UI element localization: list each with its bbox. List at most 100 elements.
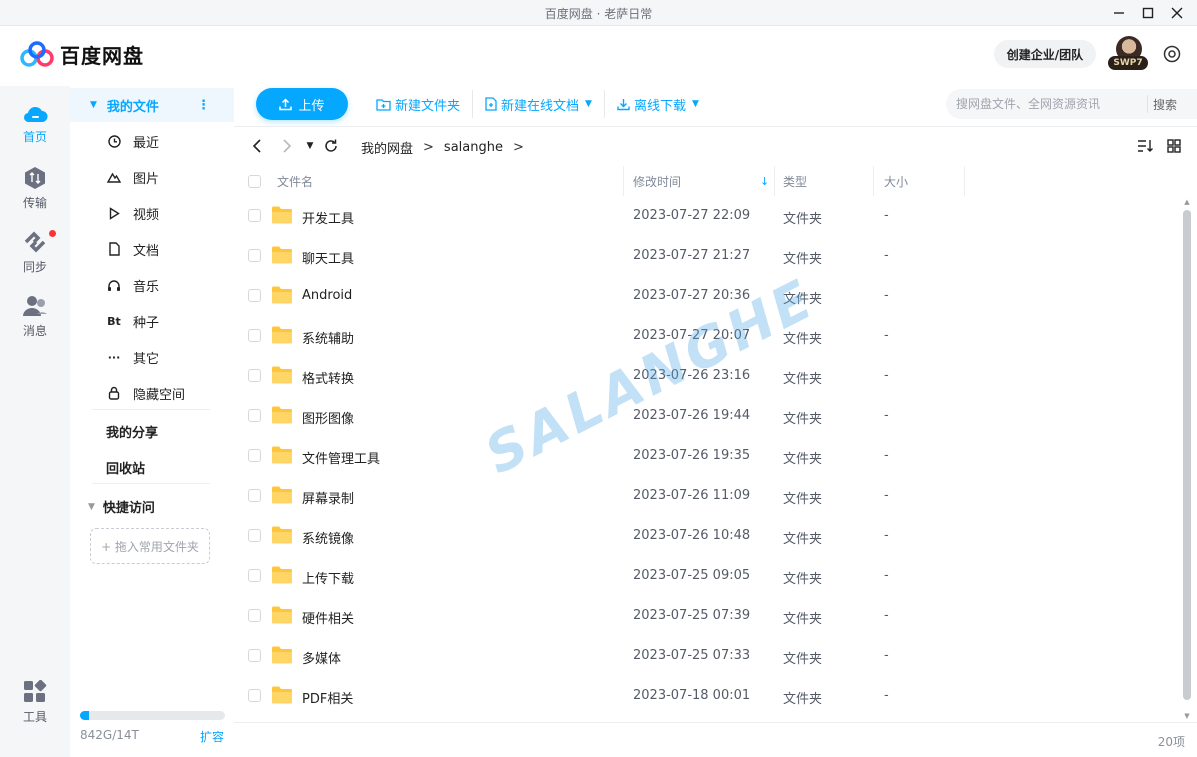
- chevron-right-icon: >: [512, 140, 524, 155]
- forward-button[interactable]: [277, 136, 297, 156]
- settings-icon[interactable]: [1162, 44, 1182, 64]
- sidebar-item-images[interactable]: 图片: [70, 159, 234, 195]
- row-checkbox[interactable]: [248, 689, 261, 702]
- select-all-checkbox[interactable]: [248, 166, 261, 196]
- file-name[interactable]: 系统辅助: [302, 328, 354, 347]
- table-row[interactable]: 开发工具 2023-07-27 22:09 文件夹 -: [234, 196, 1182, 236]
- nav-sync[interactable]: 同步: [0, 230, 70, 286]
- nav-tools[interactable]: 工具: [0, 680, 70, 736]
- table-row[interactable]: 聊天工具 2023-07-27 21:27 文件夹 -: [234, 236, 1182, 276]
- file-name[interactable]: 上传下载: [302, 568, 354, 587]
- file-name[interactable]: 多媒体: [302, 648, 341, 667]
- user-avatar[interactable]: SWP7: [1108, 36, 1148, 72]
- nav-tools-label: 工具: [22, 710, 47, 724]
- sidebar-item-documents[interactable]: 文档: [70, 231, 234, 267]
- caret-down-icon: ▼: [585, 99, 592, 109]
- close-button[interactable]: [1166, 3, 1188, 23]
- file-modified: 2023-07-26 11:09: [633, 488, 751, 503]
- vertical-scrollbar[interactable]: ▲ ▼: [1181, 198, 1193, 722]
- row-checkbox[interactable]: [248, 249, 261, 262]
- file-name[interactable]: 格式转换: [302, 368, 354, 387]
- folder-icon: [272, 686, 292, 704]
- row-checkbox[interactable]: [248, 649, 261, 662]
- sidebar-item-videos[interactable]: 视频: [70, 195, 234, 231]
- search-input[interactable]: [956, 95, 1141, 113]
- row-checkbox[interactable]: [248, 369, 261, 382]
- file-name[interactable]: Android: [302, 288, 352, 303]
- column-modified[interactable]: 修改时间: [633, 166, 681, 196]
- scrollbar-thumb[interactable]: [1183, 210, 1191, 700]
- expand-storage-link[interactable]: 扩容: [200, 728, 224, 745]
- table-row[interactable]: 图形图像 2023-07-26 19:44 文件夹 -: [234, 396, 1182, 436]
- sidebar-item-torrents[interactable]: Bt 种子: [70, 303, 234, 339]
- table-row[interactable]: PDF相关 2023-07-18 00:01 文件夹 -: [234, 676, 1182, 716]
- app-logo[interactable]: 百度网盘: [20, 40, 144, 69]
- table-row[interactable]: 上传下载 2023-07-25 09:05 文件夹 -: [234, 556, 1182, 596]
- row-checkbox[interactable]: [248, 329, 261, 342]
- grid-view-icon[interactable]: [1167, 139, 1181, 153]
- table-row[interactable]: 系统镜像 2023-07-26 10:48 文件夹 -: [234, 516, 1182, 556]
- table-row[interactable]: 硬件相关 2023-07-25 07:39 文件夹 -: [234, 596, 1182, 636]
- table-row[interactable]: Android 2023-07-27 20:36 文件夹 -: [234, 276, 1182, 316]
- nav-home[interactable]: 首页: [0, 102, 70, 158]
- file-name[interactable]: 聊天工具: [302, 248, 354, 267]
- expand-down-icon[interactable]: ▼: [90, 100, 97, 110]
- breadcrumb-root[interactable]: 我的网盘: [361, 138, 413, 157]
- file-name[interactable]: 图形图像: [302, 408, 354, 427]
- row-checkbox[interactable]: [248, 289, 261, 302]
- file-name[interactable]: PDF相关: [302, 688, 353, 707]
- sidebar-item-music[interactable]: 音乐: [70, 267, 234, 303]
- quick-access-header[interactable]: ▼ 快捷访问: [88, 497, 155, 516]
- sidebar-item-recycle-bin[interactable]: 回收站: [106, 458, 145, 477]
- table-row[interactable]: 多媒体 2023-07-25 07:33 文件夹 -: [234, 636, 1182, 676]
- create-team-button[interactable]: 创建企业/团队: [994, 40, 1096, 68]
- table-row[interactable]: 屏幕录制 2023-07-26 11:09 文件夹 -: [234, 476, 1182, 516]
- minimize-button[interactable]: [1108, 3, 1130, 23]
- search-button[interactable]: 搜索: [1153, 96, 1177, 113]
- folder-icon: [272, 286, 292, 304]
- sidebar-item-my-share[interactable]: 我的分享: [106, 422, 158, 441]
- expand-down-icon: ▼: [88, 501, 95, 512]
- file-name[interactable]: 开发工具: [302, 208, 354, 227]
- sort-desc-icon[interactable]: ↓: [760, 166, 769, 196]
- file-name[interactable]: 屏幕录制: [302, 488, 354, 507]
- row-checkbox[interactable]: [248, 409, 261, 422]
- sidebar-item-hidden-space[interactable]: 隐藏空间: [70, 375, 234, 411]
- nav-transfer[interactable]: 传输: [0, 166, 70, 222]
- refresh-button[interactable]: [321, 136, 341, 156]
- row-checkbox[interactable]: [248, 529, 261, 542]
- table-row[interactable]: 文件管理工具 2023-07-26 19:35 文件夹 -: [234, 436, 1182, 476]
- offline-download-button[interactable]: 离线下载 ▼: [605, 90, 711, 118]
- file-modified: 2023-07-26 10:48: [633, 528, 751, 543]
- sidebar-item-other[interactable]: ··· 其它: [70, 339, 234, 375]
- back-button[interactable]: [247, 136, 267, 156]
- history-dropdown[interactable]: ▼: [300, 136, 320, 156]
- nav-messages[interactable]: 消息: [0, 294, 70, 350]
- row-checkbox[interactable]: [248, 609, 261, 622]
- scroll-down-icon[interactable]: ▼: [1183, 712, 1191, 720]
- table-row[interactable]: 格式转换 2023-07-26 23:16 文件夹 -: [234, 356, 1182, 396]
- row-checkbox[interactable]: [248, 489, 261, 502]
- file-name[interactable]: 硬件相关: [302, 608, 354, 627]
- scroll-up-icon[interactable]: ▲: [1183, 198, 1191, 206]
- sidebar-my-files[interactable]: ▼ 我的文件 ⋮: [70, 88, 234, 122]
- upload-button[interactable]: 上传: [256, 88, 348, 120]
- new-folder-button[interactable]: 新建文件夹: [364, 90, 474, 118]
- sort-icon[interactable]: [1137, 139, 1153, 153]
- column-size[interactable]: 大小: [884, 166, 908, 196]
- row-checkbox[interactable]: [248, 209, 261, 222]
- column-name[interactable]: 文件名: [277, 166, 313, 196]
- maximize-button[interactable]: [1137, 3, 1159, 23]
- row-checkbox[interactable]: [248, 449, 261, 462]
- file-name[interactable]: 系统镜像: [302, 528, 354, 547]
- sidebar-item-recent[interactable]: 最近: [70, 123, 234, 159]
- breadcrumb-current[interactable]: salanghe: [444, 140, 503, 155]
- file-name[interactable]: 文件管理工具: [302, 448, 380, 467]
- row-checkbox[interactable]: [248, 569, 261, 582]
- new-online-doc-button[interactable]: 新建在线文档 ▼: [473, 90, 605, 118]
- quick-access-drop-zone[interactable]: + 拖入常用文件夹: [90, 528, 210, 564]
- table-row[interactable]: 系统辅助 2023-07-27 20:07 文件夹 -: [234, 316, 1182, 356]
- more-vertical-icon[interactable]: ⋮: [197, 98, 210, 113]
- column-type[interactable]: 类型: [783, 166, 807, 196]
- folder-icon: [272, 606, 292, 624]
